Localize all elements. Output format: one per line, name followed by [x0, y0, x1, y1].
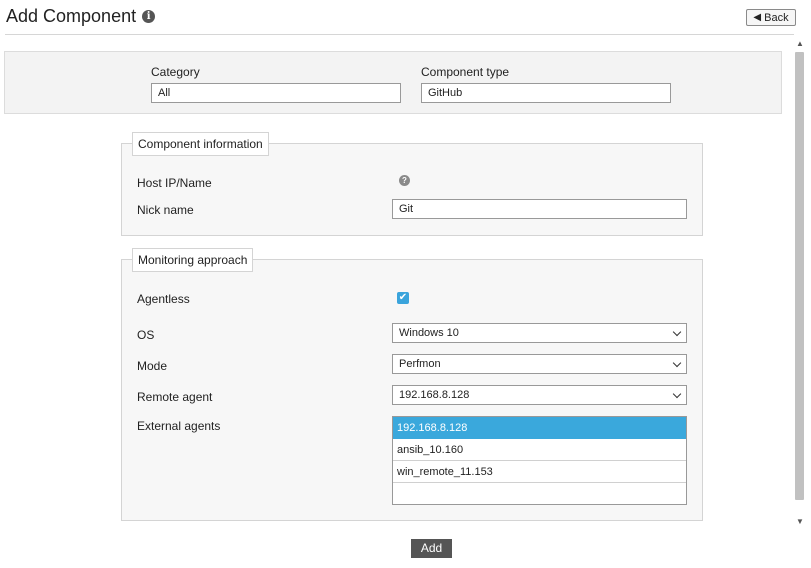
filter-panel: Category All Component type GitHub: [4, 51, 782, 114]
monitoring-legend: Monitoring approach: [132, 248, 254, 272]
agentless-label: Agentless: [137, 292, 190, 306]
remote-agent-select-value: 192.168.8.128: [399, 389, 470, 401]
list-item[interactable]: 192.168.8.128: [393, 417, 686, 439]
os-select[interactable]: Windows 10: [392, 323, 687, 343]
os-label: OS: [137, 328, 155, 342]
back-button[interactable]: ◀ Back: [746, 9, 796, 26]
scroll-thumb[interactable]: [795, 52, 804, 500]
page-title: Add Component i: [6, 6, 156, 27]
component-type-select[interactable]: GitHub: [421, 83, 671, 103]
mode-label: Mode: [137, 359, 168, 373]
help-icon[interactable]: ?: [399, 175, 410, 186]
nick-name-label: Nick name: [137, 203, 194, 217]
remote-agent-label: Remote agent: [137, 390, 213, 404]
external-agents-label: External agents: [137, 419, 221, 433]
chevron-down-icon: [672, 389, 682, 399]
scroll-down-icon[interactable]: ▼: [793, 516, 807, 528]
mode-select[interactable]: Perfmon: [392, 354, 687, 374]
arrow-left-icon: ◀: [753, 12, 762, 23]
list-item[interactable]: ansib_10.160: [393, 439, 686, 461]
remote-agent-select[interactable]: 192.168.8.128: [392, 385, 687, 405]
os-select-value: Windows 10: [399, 327, 459, 339]
page-title-text: Add Component: [6, 6, 137, 26]
chevron-down-icon: [672, 358, 682, 368]
title-divider: [5, 34, 794, 35]
vertical-scrollbar[interactable]: ▲ ▼: [793, 38, 807, 528]
chevron-down-icon: [672, 327, 682, 337]
component-type-label: Component type: [421, 65, 510, 79]
category-select[interactable]: All: [151, 83, 401, 103]
info-icon[interactable]: i: [142, 10, 156, 23]
mode-select-value: Perfmon: [399, 358, 441, 370]
nick-name-input[interactable]: Git: [392, 199, 687, 219]
list-item[interactable]: win_remote_11.153: [393, 461, 686, 483]
back-button-label: Back: [764, 11, 789, 24]
host-label: Host IP/Name: [137, 176, 212, 190]
scroll-up-icon[interactable]: ▲: [793, 38, 807, 50]
agentless-checkbox[interactable]: ✔: [397, 292, 409, 304]
checkmark-icon: ✔: [398, 292, 408, 303]
external-agents-listbox[interactable]: 192.168.8.128 ansib_10.160 win_remote_11…: [392, 416, 687, 505]
add-button[interactable]: Add: [411, 539, 452, 558]
category-label: Category: [151, 65, 200, 79]
component-info-legend: Component information: [132, 132, 269, 156]
